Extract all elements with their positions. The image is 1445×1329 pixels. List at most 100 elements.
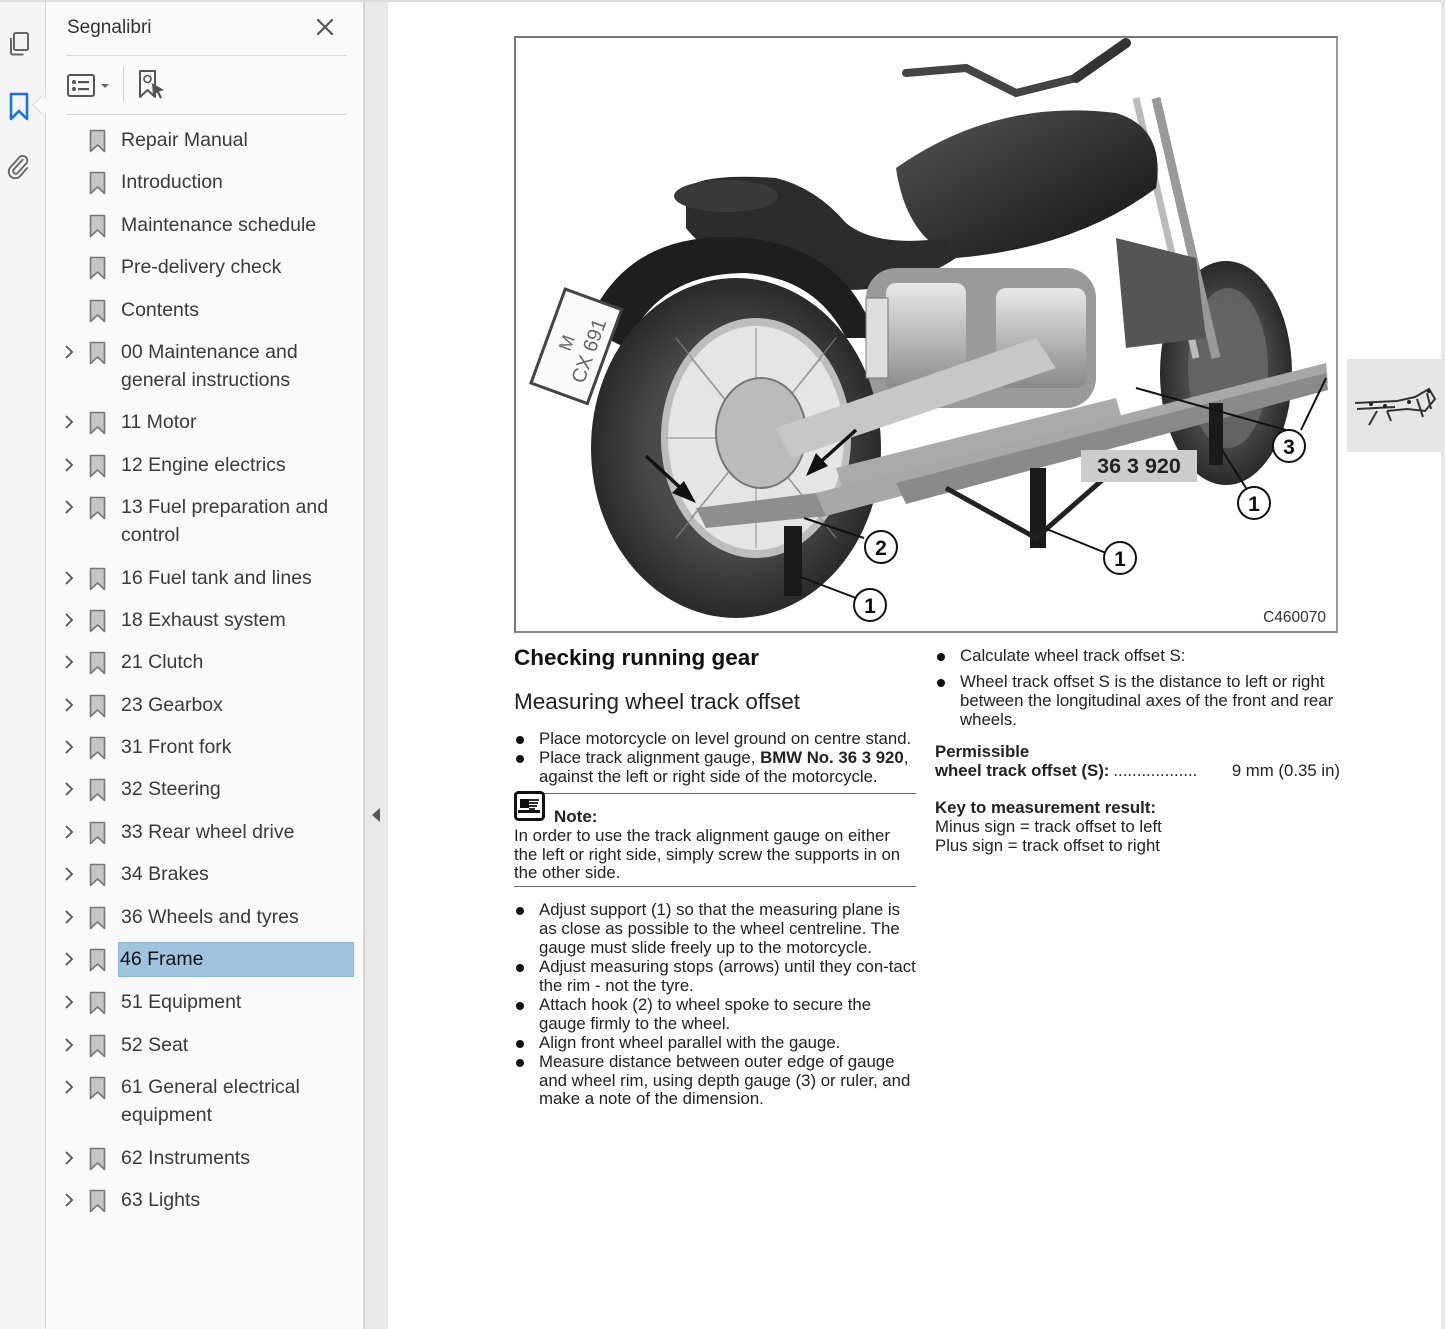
bookmark-item[interactable]: 11 Motor: [46, 408, 364, 436]
chevron-right-icon[interactable]: [62, 654, 76, 670]
bookmark-icon: [89, 736, 106, 760]
chevron-right-icon[interactable]: [62, 1192, 76, 1208]
bookmark-icon: [89, 454, 106, 478]
callout-1: 1: [1237, 486, 1271, 520]
bookmark-icon: [89, 129, 106, 153]
note-hand-icon: [514, 790, 545, 821]
bookmark-item[interactable]: 13 Fuel preparation and control: [46, 493, 364, 549]
chevron-right-icon[interactable]: [62, 1079, 76, 1095]
bookmark-icon: [89, 863, 106, 887]
navigation-rail: [0, 0, 52, 1329]
bookmark-label: 51 Equipment: [121, 991, 242, 1014]
bookmark-label: 00 Maintenance and general instructions: [121, 340, 298, 391]
bookmark-icon: [89, 1034, 106, 1058]
step-item: Adjust measuring stops (arrows) until th…: [514, 957, 916, 996]
calc-item: Calculate wheel track offset S:: [935, 646, 1340, 666]
bookmark-label: 12 Engine electrics: [121, 453, 286, 476]
bookmark-item[interactable]: 62 Instruments: [46, 1144, 364, 1172]
new-bookmark-button[interactable]: [137, 69, 167, 101]
bookmark-label: Repair Manual: [121, 129, 248, 151]
callout-1: 1: [1103, 541, 1137, 575]
chevron-right-icon[interactable]: [62, 866, 76, 882]
bookmarks-panel: Segnalibri Repair Manual Introduction Main…: [46, 0, 364, 1329]
bookmark-label: Maintenance schedule: [121, 213, 317, 236]
callout-1: 1: [853, 588, 887, 622]
panel-splitter[interactable]: [364, 0, 388, 1329]
bookmark-label: Contents: [121, 298, 200, 321]
bookmark-icon: [89, 694, 106, 717]
section-subheading: Measuring wheel track offset: [514, 689, 800, 714]
vertical-scrollbar[interactable]: [1441, 0, 1445, 1329]
bookmark-item[interactable]: 63 Lights: [46, 1186, 364, 1214]
bookmark-item[interactable]: 16 Fuel tank and lines: [46, 564, 364, 592]
options-menu-icon: [67, 74, 109, 97]
bookmark-icon: [89, 948, 106, 972]
figure-code: C460070: [1263, 609, 1326, 626]
chevron-right-icon[interactable]: [62, 994, 76, 1010]
bookmark-icon: [89, 1147, 106, 1170]
chevron-right-icon[interactable]: [62, 1037, 76, 1053]
chevron-right-icon[interactable]: [62, 457, 76, 473]
callout-3: 3: [1272, 429, 1306, 463]
bookmark-item[interactable]: Maintenance schedule: [46, 211, 364, 239]
chevron-right-icon[interactable]: [62, 414, 76, 430]
bookmark-label: 52 Seat: [121, 1033, 189, 1056]
bookmark-item[interactable]: Introduction: [46, 168, 364, 196]
bookmark-label: 61 General electrical equipment: [121, 1076, 300, 1127]
bookmark-label: 18 Exhaust system: [121, 608, 286, 631]
bookmark-label: 63 Lights: [121, 1188, 201, 1211]
key-heading: Key to measurement result:: [935, 798, 1157, 818]
bookmark-item[interactable]: 23 Gearbox: [46, 691, 364, 719]
chevron-right-icon[interactable]: [62, 612, 76, 628]
bookmark-icon: [89, 567, 106, 590]
bookmark-item[interactable]: 31 Front fork: [46, 733, 364, 761]
bookmark-item[interactable]: 61 General electrical equipment: [46, 1073, 364, 1129]
bookmark-icon: [89, 609, 106, 633]
chevron-right-icon[interactable]: [62, 909, 76, 925]
bookmark-item[interactable]: 00 Maintenance and general instructions: [46, 338, 364, 394]
steps-list: Adjust support (1) so that the measuring…: [514, 900, 916, 1109]
bookmark-icon: [89, 214, 106, 238]
bookmark-item[interactable]: Pre-delivery check: [46, 253, 364, 281]
close-icon[interactable]: [314, 16, 336, 38]
bookmark-icon[interactable]: [6, 92, 32, 121]
page-thumbnail[interactable]: [1347, 359, 1441, 452]
chevron-right-icon[interactable]: [62, 781, 76, 797]
panel-title: Segnalibri: [67, 17, 152, 38]
bookmark-item[interactable]: 34 Brakes: [46, 860, 364, 888]
bookmark-item[interactable]: 33 Rear wheel drive: [46, 818, 364, 846]
bookmark-item[interactable]: 51 Equipment: [46, 988, 364, 1016]
chevron-right-icon[interactable]: [62, 1150, 76, 1166]
chevron-right-icon[interactable]: [62, 824, 76, 840]
bookmark-icon: [89, 992, 106, 1015]
bookmark-item[interactable]: 12 Engine electrics: [46, 451, 364, 479]
chevron-right-icon[interactable]: [62, 499, 76, 515]
bookmark-label: Pre-delivery check: [121, 256, 282, 279]
new-bookmark-icon: [139, 70, 164, 99]
spec-value: 9 mm (0.35 in): [1231, 760, 1340, 780]
collapse-panel-icon[interactable]: [372, 808, 380, 822]
step-text: Place motorcycle on level ground on cent…: [539, 729, 912, 748]
bookmark-item[interactable]: 52 Seat: [46, 1031, 364, 1059]
chevron-right-icon[interactable]: [62, 570, 76, 586]
chevron-right-icon[interactable]: [62, 344, 76, 360]
chevron-right-icon[interactable]: [62, 951, 76, 967]
options-menu-button[interactable]: [66, 72, 112, 100]
bookmark-item[interactable]: Repair Manual: [46, 126, 364, 154]
bookmark-icon: [89, 496, 106, 520]
attachment-icon[interactable]: [6, 154, 32, 180]
text-column-right: Calculate wheel track offset S: Wheel tr…: [935, 646, 1340, 856]
bookmark-item[interactable]: 36 Wheels and tyres: [46, 903, 364, 931]
bookmark-label: 46 Frame: [118, 942, 354, 978]
bookmark-item[interactable]: 32 Steering: [46, 775, 364, 803]
chevron-right-icon[interactable]: [62, 739, 76, 755]
text-column-left: Checking running gear Measuring wheel tr…: [514, 644, 916, 1109]
bookmark-item[interactable]: 18 Exhaust system: [46, 606, 364, 634]
bookmark-label: 13 Fuel preparation and control: [121, 496, 329, 547]
bookmark-item[interactable]: 21 Clutch: [46, 648, 364, 676]
chevron-right-icon[interactable]: [62, 697, 76, 713]
bookmark-item[interactable]: Contents: [46, 296, 364, 324]
bookmark-label: 31 Front fork: [121, 736, 232, 759]
pages-icon[interactable]: [6, 32, 32, 58]
bookmark-item[interactable]: 46 Frame: [46, 942, 364, 978]
